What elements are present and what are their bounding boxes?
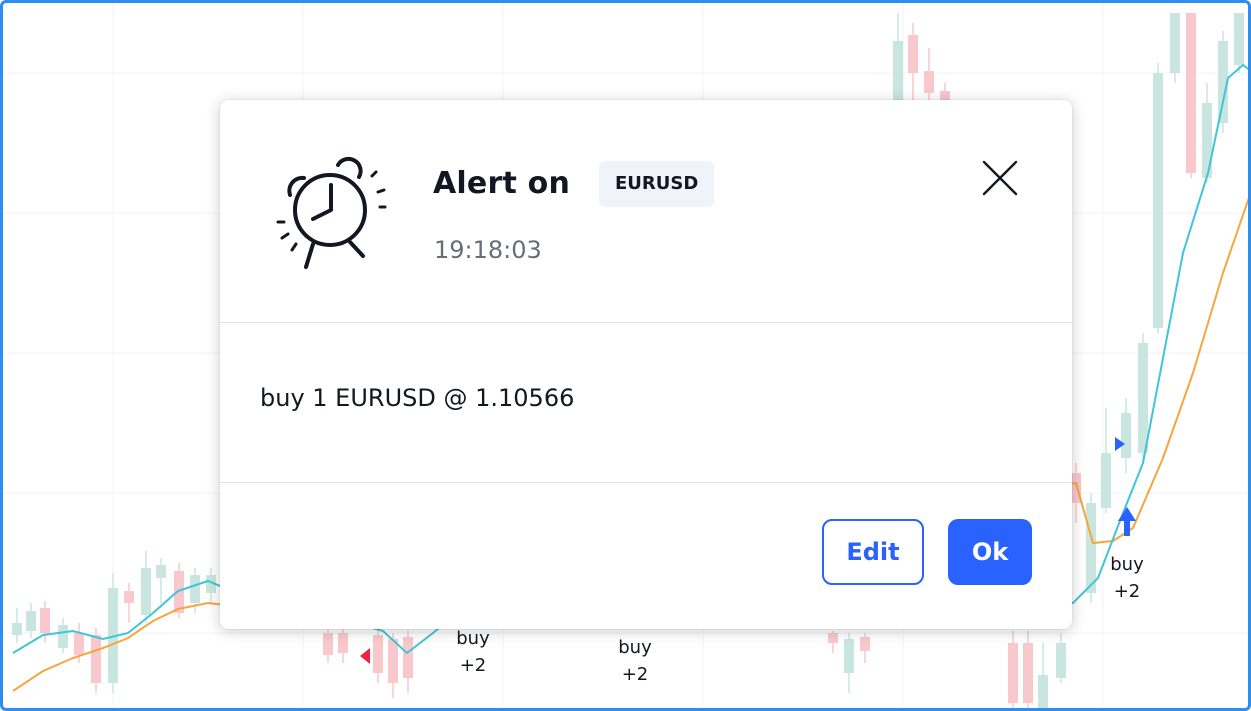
candle-body: [844, 639, 854, 673]
close-icon: [982, 160, 1018, 196]
candle-body: [1202, 103, 1212, 178]
signal-label: buy +2: [618, 637, 652, 685]
candle-body: [141, 568, 151, 615]
divider: [220, 482, 1072, 483]
signal-label-line2: +2: [1114, 581, 1141, 602]
candle-body: [403, 637, 413, 678]
candle-body: [1101, 453, 1111, 508]
candle-body: [1008, 643, 1018, 703]
candle-body: [388, 639, 398, 683]
dialog-title: Alert on: [433, 166, 570, 201]
edit-button[interactable]: Edit: [822, 519, 924, 585]
candle-body: [91, 635, 101, 683]
signal-label-line2: +2: [622, 664, 649, 685]
candle-body: [1121, 413, 1131, 458]
candle-body: [1086, 503, 1096, 593]
candle-body: [323, 633, 333, 655]
alert-dialog: Alert on EURUSD 19:18:03 buy 1 EURUSD @ …: [220, 100, 1072, 629]
candle-body: [1056, 643, 1066, 678]
candle-body: [40, 608, 50, 633]
candle-body: [893, 41, 903, 103]
candle-body: [124, 591, 134, 603]
candle-body: [1153, 73, 1163, 328]
candle-body: [1186, 13, 1196, 173]
candle-body: [908, 35, 918, 73]
candle-body: [1234, 13, 1244, 65]
candle-body: [26, 611, 36, 631]
candle-body: [190, 575, 200, 603]
candle-body: [1138, 343, 1148, 453]
candle-body: [1170, 13, 1180, 73]
candle-body: [74, 633, 84, 655]
candle-body: [58, 625, 68, 648]
divider: [220, 322, 1072, 323]
candle-body: [1038, 675, 1048, 708]
signal-label-line1: buy: [618, 637, 652, 658]
candle-body: [373, 635, 383, 673]
candle-body: [12, 623, 22, 635]
candle-body: [156, 565, 166, 578]
ok-button[interactable]: Ok: [948, 519, 1032, 585]
candle-body: [924, 71, 934, 93]
close-button[interactable]: [977, 155, 1023, 201]
alert-time: 19:18:03: [434, 236, 542, 264]
candle-body: [338, 633, 348, 653]
alarm-clock-icon: [276, 156, 387, 269]
signal-label: buy +2: [456, 628, 490, 676]
candle-body: [1023, 643, 1033, 703]
signal-label-line2: +2: [460, 655, 487, 676]
symbol-badge: EURUSD: [599, 161, 715, 207]
signal-label: buy +2: [1110, 554, 1144, 602]
sell-marker-icon: [360, 648, 370, 664]
signal-label-line1: buy: [456, 628, 490, 649]
candle-body: [828, 633, 838, 643]
candle-body: [860, 637, 870, 651]
dialog-header: Alert on EURUSD 19:18:03: [220, 100, 1072, 322]
alert-message: buy 1 EURUSD @ 1.10566: [260, 384, 575, 412]
signal-label-line1: buy: [1110, 554, 1144, 575]
